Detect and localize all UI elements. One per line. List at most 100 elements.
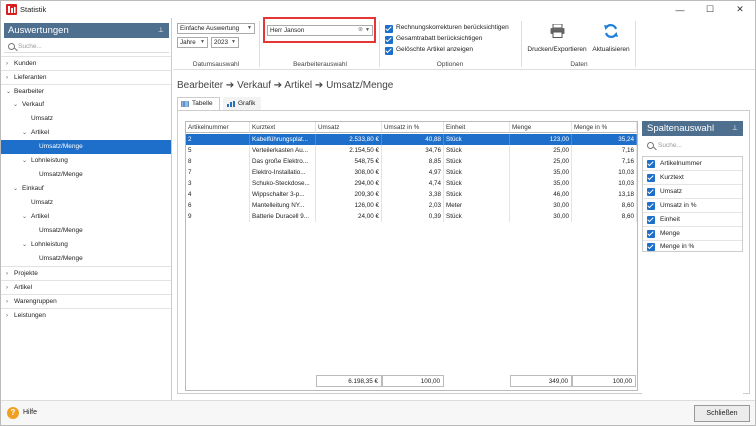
help-link[interactable]: Hilfe	[23, 409, 37, 416]
table-cell: 0,39	[382, 211, 444, 222]
column-header[interactable]: Kurztext	[250, 122, 316, 133]
checkbox[interactable]	[647, 243, 655, 251]
table-row[interactable]: 8 Das große Elektro... 548,75 €8,85 Stück 25…	[186, 156, 637, 167]
checkbox[interactable]	[647, 202, 655, 210]
print-export-label: Drucken/Exportieren	[527, 46, 587, 53]
column-header[interactable]: Artikelnummer	[186, 122, 250, 133]
sidebar-item-einkauf-artikel-umsatz-menge[interactable]: Umsatz/Menge	[1, 224, 171, 238]
column-header[interactable]: Umsatz	[316, 122, 382, 133]
table-header-row: Artikelnummer Kurztext Umsatz Umsatz in …	[186, 122, 637, 133]
option-checkbox-discount[interactable]	[385, 36, 393, 44]
sidebar-item-artikel[interactable]: › Artikel	[1, 280, 171, 294]
sidebar-item-label: Leistungen	[14, 312, 46, 319]
ribbon-divider	[259, 21, 260, 67]
table-row[interactable]: 9 Batterie Duracell 9... 24,00 €0,39 Stück 3…	[186, 211, 637, 222]
sidebar-search-input[interactable]: Suche...	[4, 41, 169, 53]
period-type-select[interactable]: Jahre ▼	[177, 37, 208, 48]
column-option-kurztext[interactable]: Kurztext	[643, 171, 742, 185]
column-option-label: Umsatz in %	[660, 202, 697, 209]
table-cell: 2.154,50 €	[316, 145, 382, 156]
checkbox[interactable]	[647, 216, 655, 224]
table-row[interactable]: 5 Verteilerkasten Au... 2.154,50 €34,76 Stü…	[186, 145, 637, 156]
tab-tabelle[interactable]: Tabelle	[177, 97, 220, 110]
evaluation-type-select[interactable]: Einfache Auswertung ▼	[177, 23, 255, 34]
option-checkbox-deleted[interactable]	[385, 47, 393, 55]
group-label-date: Datumsauswahl	[192, 61, 240, 68]
sidebar-item-lieferanten[interactable]: › Lieferanten	[1, 70, 171, 84]
sidebar-item-einkauf-lohnleistung[interactable]: ⌄ Lohnleistung	[1, 238, 171, 252]
sidebar-item-leistungen[interactable]: › Leistungen	[1, 308, 171, 322]
table-cell: 34,76	[382, 145, 444, 156]
table-cell: 8,85	[382, 156, 444, 167]
table-cell: Wippschalter 3-p...	[250, 189, 316, 200]
sidebar-item-label: Bearbeiter	[14, 88, 44, 95]
checkbox[interactable]	[647, 188, 655, 196]
table-row[interactable]: 2 Kabelführungsplat... 2.533,80 €40,88 Stüc…	[186, 134, 637, 145]
sidebar-item-einkauf[interactable]: ⌄ Einkauf	[1, 182, 171, 196]
sidebar-item-verkauf-lohn-umsatz-menge[interactable]: Umsatz/Menge	[1, 168, 171, 182]
table-row[interactable]: 6 Mantelleitung NY... 126,00 €2,03 Meter 30,…	[186, 200, 637, 211]
column-option-umsatz-pct[interactable]: Umsatz in %	[643, 199, 742, 213]
checkbox[interactable]	[647, 174, 655, 182]
sidebar-item-label: Artikel	[31, 213, 50, 220]
option-checkbox-corrections[interactable]	[385, 25, 393, 33]
option-label-discount: Gesamtrabatt berücksichtigen	[396, 35, 483, 42]
column-option-label: Einheit	[660, 216, 680, 223]
group-label-options: Optionen	[436, 61, 464, 68]
column-option-menge[interactable]: Menge	[643, 227, 742, 241]
chevron-down-icon: ⌄	[13, 102, 19, 108]
column-option-artikelnummer[interactable]: Artikelnummer	[643, 157, 742, 171]
table-row[interactable]: 7 Elektro-Installatio... 308,00 €4,97 Stück…	[186, 167, 637, 178]
table-cell: 9	[186, 211, 250, 222]
close-button[interactable]: Schließen	[694, 405, 750, 422]
print-export-button[interactable]: Drucken/Exportieren	[525, 22, 589, 58]
sidebar-item-bearbeiter[interactable]: ⌄ Bearbeiter	[1, 84, 171, 98]
column-search-input[interactable]: Suche...	[642, 140, 743, 152]
table-row[interactable]: 4 Wippschalter 3-p... 209,30 €3,38 Stück 46,…	[186, 189, 637, 200]
sidebar-item-warengruppen[interactable]: › Warengruppen	[1, 294, 171, 308]
sidebar-item-verkauf-artikel-umsatz-menge[interactable]: Umsatz/Menge	[1, 140, 171, 154]
pin-icon[interactable]: ⊥	[158, 23, 164, 38]
sidebar-item-verkauf-lohnleistung[interactable]: ⌄ Lohnleistung	[1, 154, 171, 168]
column-header[interactable]: Menge	[510, 122, 572, 133]
column-header[interactable]: Umsatz in %	[382, 122, 444, 133]
chevron-down-icon: ⌄	[22, 242, 28, 248]
sidebar-item-verkauf-artikel[interactable]: ⌄ Artikel	[1, 126, 171, 140]
column-option-einheit[interactable]: Einheit	[643, 213, 742, 227]
table-cell: 4,97	[382, 167, 444, 178]
app-logo-icon	[6, 4, 17, 15]
sidebar-item-einkauf-umsatz[interactable]: Umsatz	[1, 196, 171, 210]
sidebar-item-einkauf-artikel[interactable]: ⌄ Artikel	[1, 210, 171, 224]
close-window-button[interactable]: ✕	[725, 1, 755, 18]
tab-label: Tabelle	[192, 100, 213, 107]
column-option-menge-pct[interactable]: Menge in %	[643, 241, 742, 252]
tab-grafik[interactable]: Grafik	[223, 97, 261, 110]
sidebar-item-kunden[interactable]: › Kunden	[1, 56, 171, 70]
sidebar-item-verkauf[interactable]: ⌄ Verkauf	[1, 98, 171, 112]
sidebar-item-label: Lohnleistung	[31, 157, 68, 164]
column-header[interactable]: Menge in %	[572, 122, 637, 133]
table-cell: 35,24	[572, 134, 637, 145]
chevron-down-icon: ⌄	[22, 214, 28, 220]
sidebar-item-projekte[interactable]: › Projekte	[1, 266, 171, 280]
sidebar-item-verkauf-umsatz[interactable]: Umsatz	[1, 112, 171, 126]
pin-icon[interactable]: ⊥	[732, 121, 738, 136]
footer-bar: ? Hilfe Schließen	[1, 400, 755, 425]
chevron-down-icon: ⌄	[6, 89, 12, 95]
help-icon[interactable]: ?	[7, 407, 19, 419]
column-option-label: Artikelnummer	[660, 160, 702, 167]
table-cell: 7	[186, 167, 250, 178]
chevron-right-icon: ›	[6, 271, 8, 277]
checkbox[interactable]	[647, 160, 655, 168]
year-select[interactable]: 2023 ▼	[211, 37, 239, 48]
sidebar-item-einkauf-lohn-umsatz-menge[interactable]: Umsatz/Menge	[1, 252, 171, 266]
minimize-button[interactable]: —	[665, 1, 695, 18]
refresh-button[interactable]: Aktualisieren	[589, 22, 633, 58]
maximize-button[interactable]: ☐	[695, 1, 725, 18]
checkbox[interactable]	[647, 230, 655, 238]
table-cell: 5	[186, 145, 250, 156]
column-option-umsatz[interactable]: Umsatz	[643, 185, 742, 199]
table-cell: 308,00 €	[316, 167, 382, 178]
column-header[interactable]: Einheit	[444, 122, 510, 133]
table-row[interactable]: 3 Schuko-Steckdose... 294,00 €4,74 Stück 35,…	[186, 178, 637, 189]
